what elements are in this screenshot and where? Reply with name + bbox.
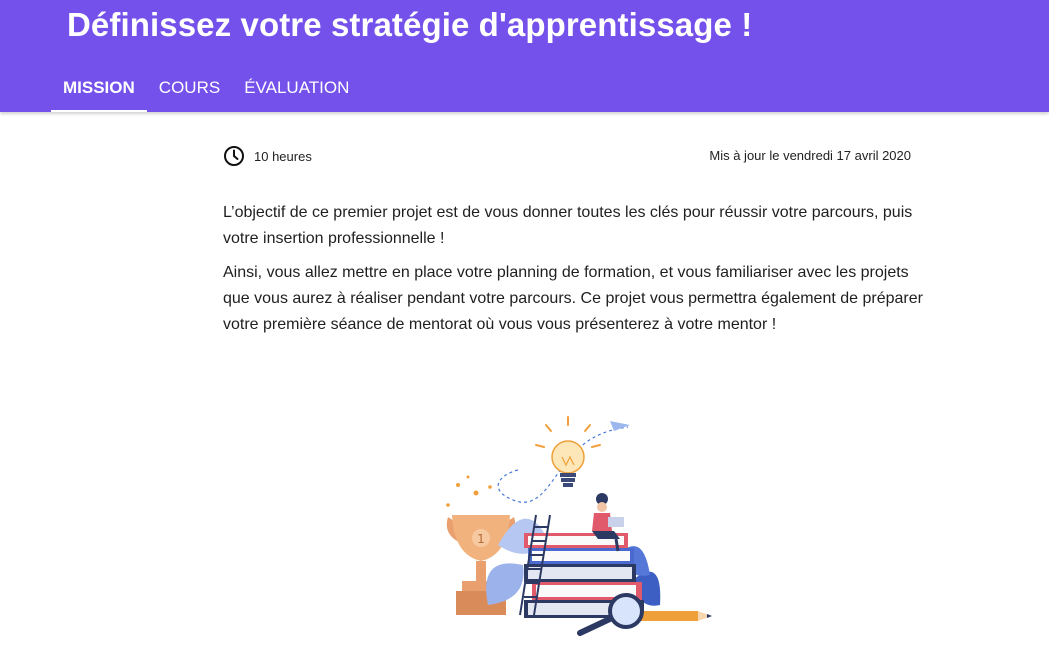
svg-text:1: 1 — [477, 532, 485, 546]
description-paragraph: L’objectif de ce premier projet est de v… — [223, 204, 913, 247]
learning-books-illustration: 1 — [428, 415, 728, 640]
mission-description: L’objectif de ce premier projet est de v… — [223, 200, 923, 346]
project-meta: 10 heures Mis à jour le vendredi 17 avri… — [223, 144, 911, 168]
page-header: Définissez votre stratégie d'apprentissa… — [0, 0, 1049, 112]
updated-date: Mis à jour le vendredi 17 avril 2020 — [709, 148, 911, 163]
tab-cours[interactable]: COURS — [147, 66, 232, 112]
tab-bar: MISSION COURS ÉVALUATION — [51, 66, 361, 112]
tab-mission[interactable]: MISSION — [51, 66, 147, 112]
duration: 10 heures — [223, 144, 312, 168]
paper-plane-icon — [610, 421, 630, 431]
page-title: Définissez votre stratégie d'apprentissa… — [67, 6, 753, 43]
lightbulb-icon — [551, 440, 585, 487]
description-paragraph: Ainsi, vous allez mettre en place votre … — [223, 264, 923, 333]
duration-text: 10 heures — [254, 148, 312, 164]
tab-evaluation[interactable]: ÉVALUATION — [232, 66, 361, 112]
clock-icon — [223, 145, 245, 167]
